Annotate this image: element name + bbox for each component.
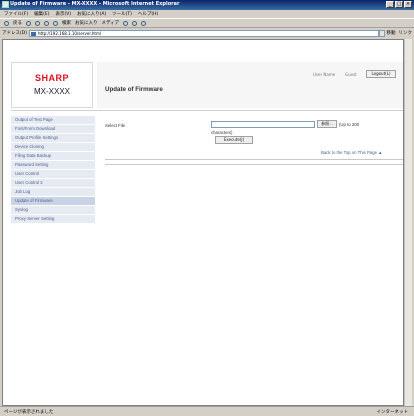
menu-bar: ファイル(F) 編集(E) 表示(V) お気に入り(A) ツール(T) ヘルプ(… xyxy=(0,10,414,18)
menu-view[interactable]: 表示(V) xyxy=(55,11,71,17)
header-bar xyxy=(97,62,403,108)
content-divider xyxy=(105,159,403,160)
address-input[interactable]: http://192.168.1.10/server.html xyxy=(28,29,379,37)
address-dropdown[interactable] xyxy=(378,29,385,37)
model-name: MX-XXXX xyxy=(33,87,70,96)
browse-button[interactable]: 参照... xyxy=(317,120,337,128)
back-to-top-link[interactable]: Back to the Top on This Page ▲ xyxy=(321,150,382,155)
page-viewport: SHARP MX-XXXX Update of Firmware User Na… xyxy=(2,39,404,406)
close-button[interactable]: × xyxy=(404,1,412,8)
back-button[interactable]: 戻る xyxy=(13,20,22,26)
media-button[interactable]: メディア xyxy=(102,20,120,26)
mail-icon[interactable] xyxy=(132,20,138,26)
back-icon[interactable] xyxy=(4,20,9,26)
browser-toolbar: 戻る 検索 お気に入り メディア xyxy=(0,18,414,28)
user-name-value: Guest xyxy=(345,72,357,77)
status-bar: ページが表示されました インターネット xyxy=(0,406,414,416)
menu-favorites[interactable]: お気に入り(A) xyxy=(77,11,106,17)
search-button[interactable]: 検索 xyxy=(62,20,71,26)
history-icon[interactable] xyxy=(123,20,129,26)
minimize-button[interactable]: _ xyxy=(386,1,394,8)
ie-icon xyxy=(2,1,9,8)
browser-window: Update of Firmware - MX-XXXX - Microsoft… xyxy=(0,0,414,416)
sidebar-item-output-of-test-page[interactable]: Output of Test Page xyxy=(11,116,95,125)
sidebar-item-device-cloning[interactable]: Device Cloning xyxy=(11,143,95,152)
sidebar-item-filing-data-backup[interactable]: Filing Data Backup xyxy=(11,152,95,161)
home-icon[interactable] xyxy=(53,20,58,26)
logo-panel: SHARP MX-XXXX xyxy=(11,62,93,108)
stop-icon[interactable] xyxy=(35,20,40,26)
sidebar-item-password-setting[interactable]: Password Setting xyxy=(11,161,95,170)
header-divider xyxy=(11,110,403,111)
sidebar-item-job-log[interactable]: Job Log xyxy=(11,188,95,197)
vertical-scrollbar[interactable] xyxy=(404,39,412,406)
print-icon[interactable] xyxy=(141,20,147,26)
page-title: Update of Firmware xyxy=(105,86,163,93)
execute-button[interactable]: Execute(J) xyxy=(215,136,253,144)
menu-help[interactable]: ヘルプ(H) xyxy=(138,11,158,17)
page-icon xyxy=(30,31,36,36)
title-bar: Update of Firmware - MX-XXXX - Microsoft… xyxy=(0,0,414,10)
sidebar-item-update-of-firmware[interactable]: Update of Firmware xyxy=(11,197,95,206)
user-name-label: User Name xyxy=(313,72,336,77)
sidebar-item-user-control-2[interactable]: User Control 2 xyxy=(11,179,95,188)
address-bar: アドレス(D) http://192.168.1.10/server.html … xyxy=(0,28,414,38)
favorites-button[interactable]: お気に入り xyxy=(75,20,98,26)
maximize-button[interactable]: □ xyxy=(395,1,403,8)
sidebar-item-syslog[interactable]: Syslog xyxy=(11,206,95,215)
brand-logo: SHARP xyxy=(34,73,69,83)
sidebar-item-font-form-download[interactable]: Font/Form Download xyxy=(11,125,95,134)
security-zone: インターネット xyxy=(376,410,409,415)
window-controls: _ □ × xyxy=(386,1,412,8)
sidebar-item-output-profile-settings[interactable]: Output Profile Settings xyxy=(11,134,95,143)
menu-file[interactable]: ファイル(F) xyxy=(4,11,28,17)
address-value: http://192.168.1.10/server.html xyxy=(37,30,101,36)
firmware-form: Select File 参照... (Up to 200 characters)… xyxy=(105,120,403,230)
char-limit-note-2: characters) xyxy=(211,130,233,135)
status-text: ページが表示されました xyxy=(4,410,54,415)
sidebar-item-user-control[interactable]: User Control xyxy=(11,170,95,179)
address-label: アドレス(D) xyxy=(2,31,27,36)
sidebar-item-proxy-server-setting[interactable]: Proxy Server Setting xyxy=(11,215,95,224)
forward-icon[interactable] xyxy=(26,20,31,26)
char-limit-note: (Up to 200 xyxy=(339,122,360,127)
window-title: Update of Firmware - MX-XXXX - Microsoft… xyxy=(10,1,180,7)
sidebar-menu: Output of Test Page Font/Form Download O… xyxy=(11,116,95,224)
logout-button[interactable]: Logout(L) xyxy=(366,70,396,78)
content-divider-2 xyxy=(105,164,403,165)
menu-edit[interactable]: 編集(E) xyxy=(34,11,49,17)
menu-tools[interactable]: ツール(T) xyxy=(112,11,132,17)
links-button[interactable]: リンク xyxy=(399,30,413,36)
refresh-icon[interactable] xyxy=(44,20,49,26)
select-file-label: Select File xyxy=(105,123,126,128)
go-button[interactable]: 移動 xyxy=(387,30,396,36)
file-path-input[interactable] xyxy=(211,121,315,128)
